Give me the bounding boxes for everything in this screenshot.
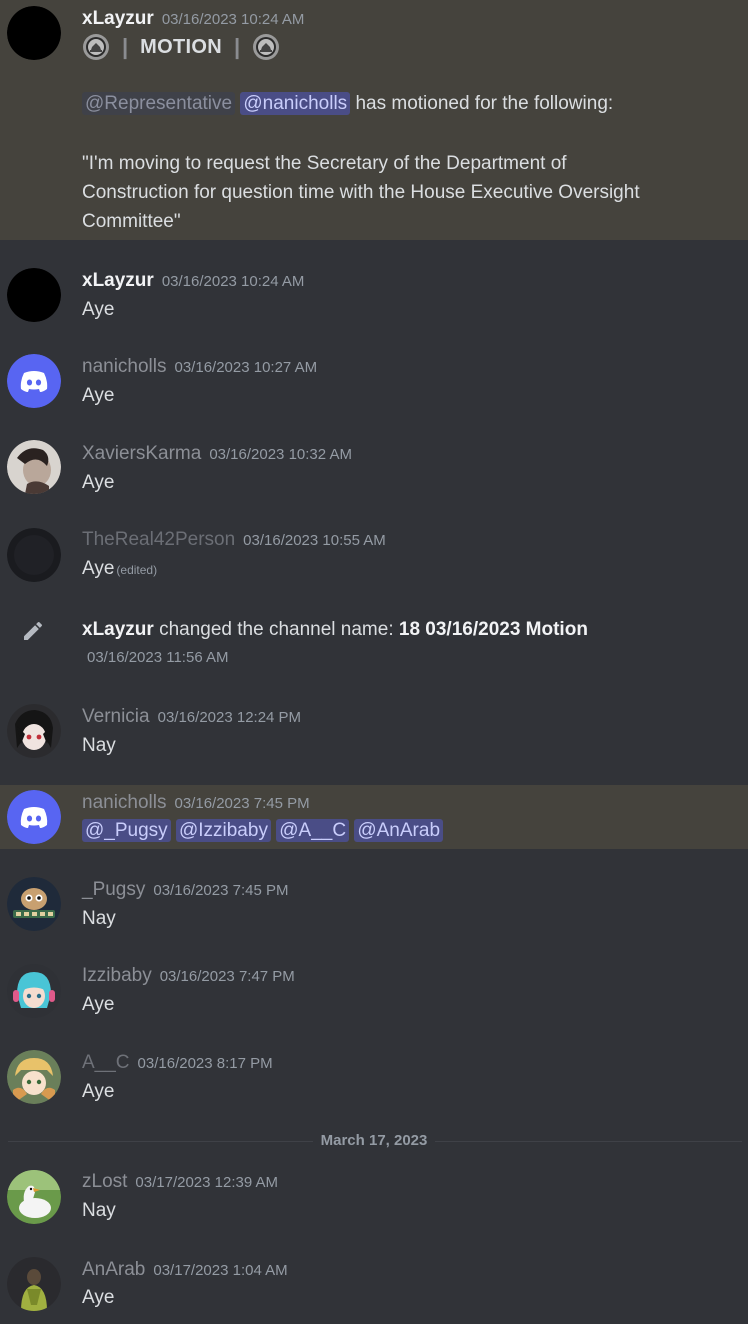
message: xLayzur 03/16/2023 10:24 AM Aye <box>0 240 748 326</box>
message: zLost 03/17/2023 12:39 AM Nay <box>0 1150 748 1237</box>
avatar[interactable] <box>7 6 61 60</box>
message-content: Aye <box>82 994 115 1015</box>
username[interactable]: xLayzur <box>82 8 154 29</box>
user-mention[interactable]: @Izzibaby <box>175 819 271 842</box>
timestamp: 03/16/2023 10:24 AM <box>161 273 305 290</box>
quote-line: "I'm moving to request the Secretary of … <box>82 153 567 174</box>
message: _Pugsy 03/16/2023 7:45 PM Nay <box>0 849 748 936</box>
avatar[interactable] <box>7 964 61 1018</box>
message-text: Aye <box>82 558 115 579</box>
motion-intro-line: @Representative @nanicholls has motioned… <box>82 92 614 115</box>
message-content: Aye <box>82 299 115 320</box>
message: TheReal42Person 03/16/2023 10:55 AM Aye (e… <box>0 500 748 586</box>
message-mentions: nanicholls 03/16/2023 7:45 PM @_Pugsy @Iz… <box>0 785 748 849</box>
message-content: Nay <box>82 735 116 756</box>
message: nanicholls 03/16/2023 10:27 AM Aye <box>0 326 748 412</box>
date-divider: March 17, 2023 <box>0 1132 748 1149</box>
chat-log: xLayzur 03/16/2023 10:24 AM | MOTION | @… <box>0 0 748 1324</box>
timestamp: 03/16/2023 7:45 PM <box>153 882 289 899</box>
avatar[interactable] <box>7 1050 61 1104</box>
timestamp: 03/16/2023 11:56 AM <box>87 649 229 666</box>
timestamp: 03/17/2023 1:04 AM <box>153 1262 288 1279</box>
discord-icon <box>20 807 48 828</box>
timestamp: 03/16/2023 12:24 PM <box>157 709 302 726</box>
username[interactable]: nanicholls <box>82 792 167 813</box>
system-text: xLayzur changed the channel name: 18 03/… <box>82 619 588 641</box>
message-content: Aye <box>82 1081 115 1102</box>
message: Vernicia 03/16/2023 12:24 PM Nay <box>0 680 748 785</box>
username[interactable]: AnArab <box>82 1259 145 1280</box>
timestamp: 03/16/2023 10:27 AM <box>174 359 318 376</box>
user-mention[interactable]: @_Pugsy <box>82 819 171 842</box>
user-mention[interactable]: @nanicholls <box>240 92 351 115</box>
message-content: Aye <box>82 1287 115 1308</box>
motion-banner: | MOTION | <box>82 33 280 61</box>
message-content: Aye <box>82 385 115 406</box>
timestamp: 03/16/2023 8:17 PM <box>137 1055 273 1072</box>
divider-bar: | <box>122 34 129 59</box>
pencil-icon <box>21 619 45 643</box>
username[interactable]: xLayzur <box>82 270 154 291</box>
user-mention[interactable]: @AnArab <box>354 819 444 842</box>
system-action: changed the channel name: <box>159 619 394 640</box>
username[interactable]: XaviersKarma <box>82 443 201 464</box>
quote-line: Committee" <box>82 211 181 232</box>
message: A__C 03/16/2023 8:17 PM Aye <box>0 1022 748 1126</box>
username[interactable]: TheReal42Person <box>82 529 235 550</box>
username[interactable]: _Pugsy <box>82 879 145 900</box>
avatar[interactable] <box>7 528 61 582</box>
discord-icon <box>20 371 48 392</box>
message-content: Aye (edited) <box>82 558 157 580</box>
system-message: xLayzur changed the channel name: 18 03/… <box>0 586 748 680</box>
message-content: Nay <box>82 908 116 929</box>
motion-title: MOTION <box>140 35 222 58</box>
avatar[interactable] <box>7 354 61 408</box>
new-channel-name: 18 03/16/2023 Motion <box>398 619 588 640</box>
timestamp: 03/16/2023 10:55 AM <box>243 532 386 549</box>
user-mention[interactable]: @A__C <box>276 819 350 842</box>
motion-intro: has motioned for the following: <box>355 93 614 114</box>
role-mention[interactable]: @Representative <box>82 92 236 115</box>
message: XaviersKarma 03/16/2023 10:32 AM Aye <box>0 412 748 500</box>
avatar[interactable] <box>7 790 61 844</box>
message-content: @_Pugsy @Izzibaby @A__C @AnArab <box>82 819 444 842</box>
message: AnArab 03/17/2023 1:04 AM Aye <box>0 1237 748 1324</box>
avatar[interactable] <box>7 1257 61 1311</box>
username[interactable]: Vernicia <box>82 706 150 727</box>
avatar[interactable] <box>7 704 61 758</box>
username[interactable]: nanicholls <box>82 356 167 377</box>
message-motion: xLayzur 03/16/2023 10:24 AM | MOTION | @… <box>0 0 748 240</box>
seal-icon <box>252 33 280 61</box>
timestamp: 03/16/2023 10:24 AM <box>161 11 305 28</box>
seal-icon <box>82 33 110 61</box>
username[interactable]: A__C <box>82 1052 130 1073</box>
quote-line: Construction for question time with the … <box>82 182 640 203</box>
avatar[interactable] <box>7 440 61 494</box>
timestamp: 03/16/2023 7:45 PM <box>174 795 310 812</box>
date-divider-label: March 17, 2023 <box>312 1132 436 1149</box>
timestamp: 03/16/2023 10:32 AM <box>209 446 352 463</box>
message-content: Nay <box>82 1200 116 1221</box>
avatar[interactable] <box>7 268 61 322</box>
timestamp: 03/16/2023 7:47 PM <box>159 968 295 985</box>
avatar[interactable] <box>7 877 61 931</box>
avatar[interactable] <box>7 1170 61 1224</box>
timestamp: 03/17/2023 12:39 AM <box>135 1174 279 1191</box>
username[interactable]: zLost <box>82 1171 127 1192</box>
edited-label: (edited) <box>116 563 158 577</box>
divider-bar: | <box>233 34 241 59</box>
username[interactable]: Izzibaby <box>82 965 152 986</box>
message: Izzibaby 03/16/2023 7:47 PM Aye <box>0 936 748 1022</box>
actor-name[interactable]: xLayzur <box>82 619 154 640</box>
message-content: Aye <box>82 472 115 493</box>
